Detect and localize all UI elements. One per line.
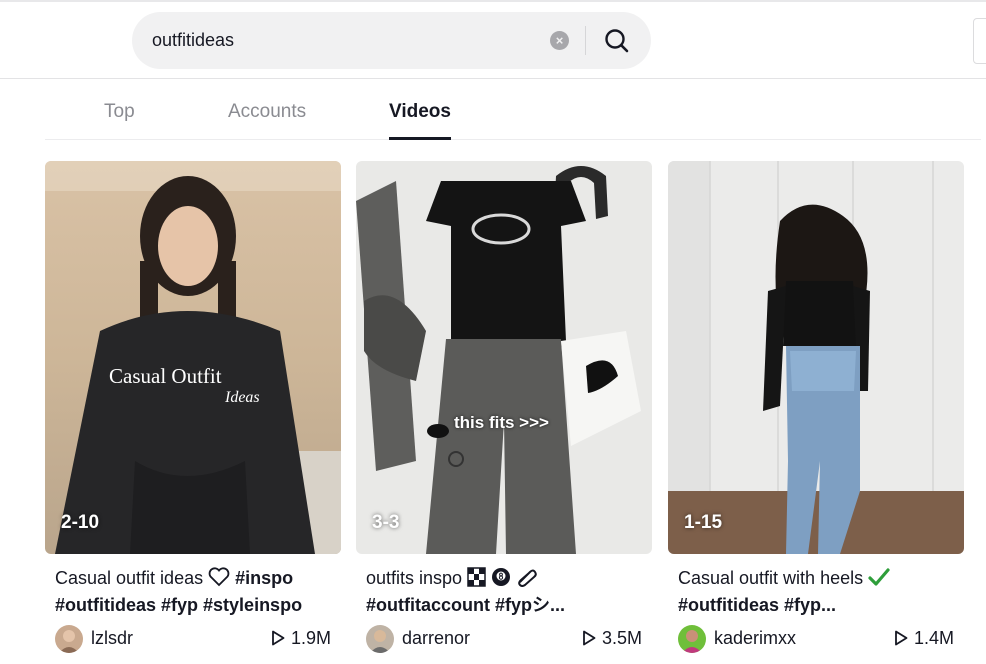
username[interactable]: kaderimxx	[714, 628, 796, 649]
desc-text: Casual outfit ideas	[55, 568, 209, 588]
video-part-badge: 1-15	[684, 512, 723, 533]
search-tabs: Top Accounts Videos	[45, 80, 981, 140]
video-thumbnail[interactable]: this fits >>> 3-3	[356, 161, 652, 554]
header-right-control[interactable]	[973, 18, 986, 64]
video-thumbnail[interactable]: Casual Outfit Ideas 2-10	[45, 161, 341, 554]
play-icon	[583, 630, 596, 646]
video-thumbnail[interactable]: 1-15	[668, 161, 964, 554]
play-icon	[272, 630, 285, 646]
username[interactable]: lzlsdr	[91, 628, 133, 649]
video-description: Casual outfit ideas #inspo #outfitideas …	[55, 565, 337, 619]
avatar[interactable]	[366, 625, 394, 653]
video-thumbnail-image	[45, 161, 341, 554]
tab-top[interactable]: Top	[104, 101, 135, 123]
hashtags-line[interactable]: #outfitaccount #fypシ...	[366, 592, 648, 619]
paperclip-icon	[518, 569, 537, 587]
view-count-value: 3.5M	[601, 628, 642, 648]
avatar[interactable]	[678, 625, 706, 653]
view-count-value: 1.9M	[290, 628, 331, 648]
view-count: 1.9M	[271, 628, 331, 649]
hashtag[interactable]: #inspo	[235, 568, 293, 588]
search-button[interactable]	[598, 22, 636, 60]
checker-icon	[467, 567, 486, 587]
video-thumbnail-image	[668, 161, 964, 554]
active-tab-indicator	[389, 137, 451, 140]
video-part-badge: 2-10	[61, 512, 100, 533]
search-icon	[605, 29, 629, 53]
desc-text: outfits inspo	[366, 568, 468, 588]
avatar[interactable]	[55, 625, 83, 653]
search-divider	[585, 26, 586, 55]
8-ball-icon	[492, 568, 511, 586]
overlay-title: Casual Outfit	[109, 364, 222, 388]
hashtags-line[interactable]: #outfitideas #fyp #styleinspo	[55, 592, 337, 619]
overlay-caption: this fits >>>	[454, 413, 549, 432]
header: ×	[0, 2, 986, 79]
overlay-subtitle: Ideas	[225, 389, 260, 406]
video-meta: kaderimxx 1.4M	[678, 625, 954, 653]
search-input[interactable]	[152, 12, 542, 69]
clear-search-button[interactable]: ×	[550, 31, 569, 50]
close-icon: ×	[555, 33, 564, 48]
username[interactable]: darrenor	[402, 628, 470, 649]
check-mark-icon	[868, 568, 890, 586]
video-meta: darrenor 3.5M	[366, 625, 642, 653]
tab-accounts[interactable]: Accounts	[228, 101, 306, 123]
video-thumbnail-image	[356, 161, 652, 554]
video-meta: lzlsdr 1.9M	[55, 625, 331, 653]
hashtags-line[interactable]: #outfitideas #fyp...	[678, 592, 960, 619]
video-description: Casual outfit with heels #outfitideas #f…	[678, 565, 960, 619]
heart-outline-icon	[208, 567, 230, 587]
view-count: 3.5M	[582, 628, 642, 649]
video-description: outfits inspo #outfitaccount #fypシ...	[366, 565, 648, 619]
view-count-value: 1.4M	[913, 628, 954, 648]
view-count: 1.4M	[894, 628, 954, 649]
tab-videos[interactable]: Videos	[389, 101, 451, 123]
desc-text: Casual outfit with heels	[678, 568, 869, 588]
search-box: ×	[132, 12, 651, 69]
play-icon	[895, 630, 908, 646]
video-part-badge: 3-3	[372, 512, 400, 533]
